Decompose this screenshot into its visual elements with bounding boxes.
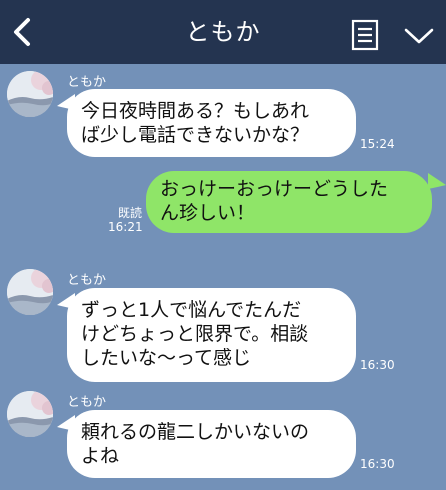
message-time: 16:30 <box>360 358 395 372</box>
notes-button[interactable] <box>350 18 380 52</box>
message-bubble[interactable]: 今日夜時間ある？もしあれ ば少し電話できないかな？ <box>67 89 356 157</box>
notes-list-icon <box>351 19 379 51</box>
avatar[interactable] <box>7 71 53 117</box>
bubble-tail <box>428 173 446 189</box>
avatar[interactable] <box>7 391 53 437</box>
chevron-down-icon <box>404 28 434 44</box>
dropdown-button[interactable] <box>402 24 436 48</box>
read-status: 既読 <box>117 206 142 220</box>
message-time: 16:30 <box>360 457 395 471</box>
sender-name: ともか <box>67 75 107 90</box>
message-time: 15:24 <box>360 137 395 151</box>
cherry-blossom-avatar-icon <box>7 269 53 315</box>
message-bubble[interactable]: 頼れるの龍二しかいないの よね <box>67 410 356 478</box>
message-time: 16:21 <box>108 220 143 234</box>
sender-name: ともか <box>67 273 107 288</box>
cherry-blossom-avatar-icon <box>7 391 53 437</box>
chat-header: ともか <box>0 0 446 64</box>
sender-name: ともか <box>67 395 107 410</box>
avatar[interactable] <box>7 269 53 315</box>
message-bubble[interactable]: おっけーおっけーどうした ん珍しい！ <box>146 171 432 233</box>
cherry-blossom-avatar-icon <box>7 71 53 117</box>
message-bubble[interactable]: ずっと1人で悩んでたんだ けどちょっと限界で。相談 したいな〜って感じ <box>67 288 356 382</box>
